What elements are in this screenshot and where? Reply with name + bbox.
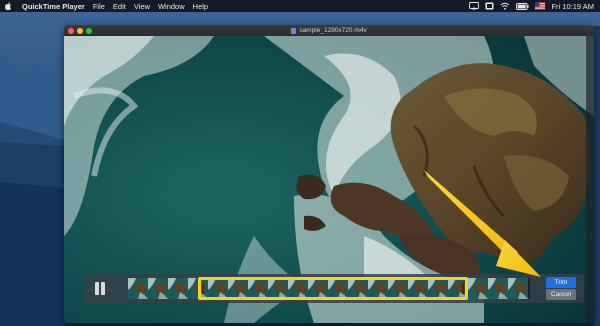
cast-icon[interactable]: [469, 2, 480, 10]
filmstrip-thumbnail: [488, 278, 508, 299]
pause-icon: [95, 282, 99, 295]
filmstrip-thumbnail: [468, 278, 488, 299]
trim-selection-range[interactable]: [198, 277, 468, 300]
flag-icon[interactable]: [535, 2, 546, 10]
menu-bar: QuickTime Player File Edit View Window H…: [0, 0, 600, 12]
menu-window[interactable]: Window: [158, 2, 185, 11]
quicktime-window: sample_1280x720.m4v Trim Cancel: [64, 25, 594, 323]
cancel-button[interactable]: Cancel: [546, 289, 576, 300]
pause-button[interactable]: [94, 282, 106, 295]
menu-clock[interactable]: Fri 10:19 AM: [551, 2, 594, 11]
pause-icon-bar: [101, 282, 105, 295]
menu-view[interactable]: View: [134, 2, 150, 11]
filmstrip-thumbnail: [148, 278, 168, 299]
menu-file[interactable]: File: [93, 2, 105, 11]
trim-end-handle[interactable]: [462, 283, 464, 294]
battery-icon[interactable]: [516, 2, 530, 10]
menu-help[interactable]: Help: [193, 2, 208, 11]
filmstrip-thumbnail: [168, 278, 188, 299]
filmstrip-thumbnail: [128, 278, 148, 299]
apple-logo-icon[interactable]: [4, 2, 13, 11]
window-title: sample_1280x720.m4v: [299, 27, 367, 34]
movie-file-icon: [291, 27, 297, 34]
filmstrip-thumbnail: [508, 278, 528, 299]
wifi-icon[interactable]: [500, 2, 510, 10]
menu-edit[interactable]: Edit: [113, 2, 126, 11]
menu-app-name[interactable]: QuickTime Player: [22, 2, 85, 11]
screen-mirror-icon[interactable]: [485, 2, 494, 10]
trim-button[interactable]: Trim: [546, 277, 576, 288]
window-title-area: sample_1280x720.m4v: [64, 25, 594, 36]
trim-start-handle[interactable]: [202, 283, 204, 294]
